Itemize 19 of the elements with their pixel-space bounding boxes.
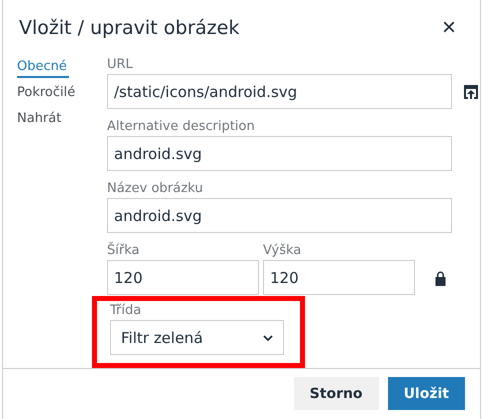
class-select[interactable]: Filtr zelená: [110, 320, 284, 355]
width-field[interactable]: 120: [107, 260, 259, 295]
height-field[interactable]: 120: [263, 260, 415, 295]
tab[interactable]: Nahrát: [17, 109, 64, 130]
field-label: Výška: [263, 243, 302, 258]
field-label: Šířka: [107, 243, 140, 258]
field-label: URL: [107, 57, 134, 72]
field-label: Alternative description: [107, 119, 256, 134]
close-button[interactable]: ×: [438, 16, 460, 40]
title-field[interactable]: android.svg: [107, 198, 452, 233]
url-field[interactable]: /static/icons/android.svg: [107, 74, 452, 109]
alt-text-field[interactable]: android.svg: [107, 136, 452, 171]
save-button[interactable]: Uložit: [388, 377, 465, 410]
field-label: Název obrázku: [107, 181, 204, 196]
dialog-title: Vložit / upravit obrázek: [19, 16, 240, 38]
cancel-button[interactable]: Storno: [294, 377, 379, 410]
tab[interactable]: Obecné: [17, 57, 69, 78]
field-label: Třída: [110, 303, 142, 318]
tab[interactable]: Pokročilé: [17, 83, 78, 104]
